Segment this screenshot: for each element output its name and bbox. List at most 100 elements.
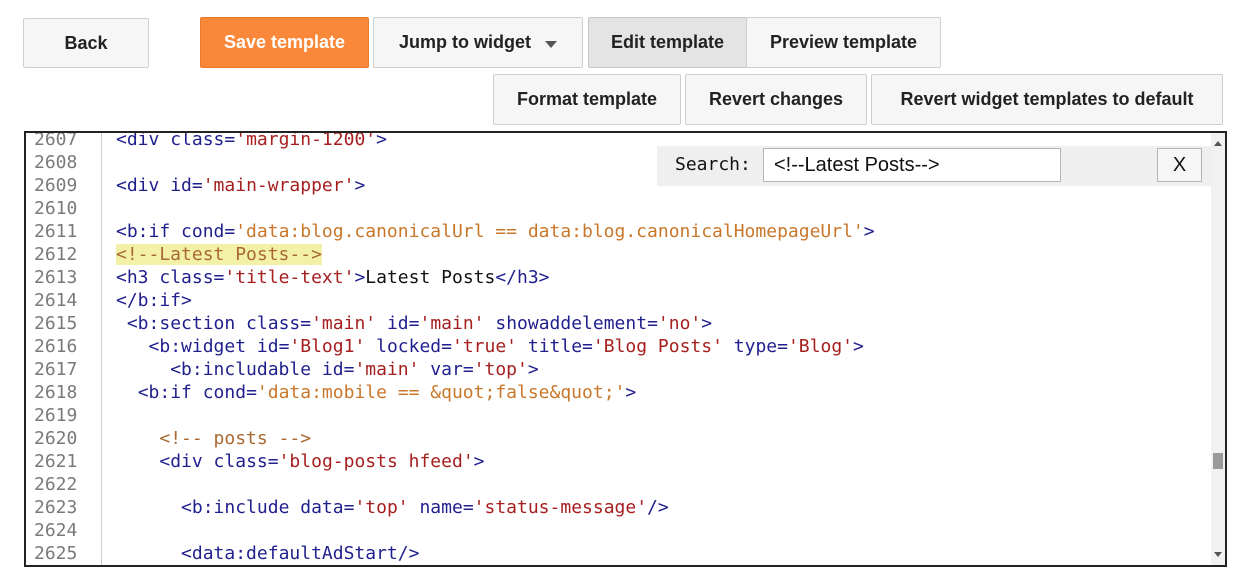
code-token: <b:if bbox=[116, 221, 171, 242]
back-button[interactable]: Back bbox=[23, 18, 149, 68]
line-number: 2607 bbox=[34, 131, 78, 150]
jump-to-widget-label: Jump to widget bbox=[399, 32, 531, 52]
code-line-2613: 2613 <h3 class='title-text'>Latest Posts<… bbox=[26, 266, 1211, 289]
code-token: 'true' bbox=[451, 336, 518, 357]
edit-template-button[interactable]: Edit template bbox=[588, 17, 747, 68]
code-line-2614: 2614 </b:if> bbox=[26, 289, 1211, 312]
code-token: Latest Posts bbox=[365, 267, 496, 288]
code-text: <b:widget id='Blog1' locked='true' title… bbox=[116, 335, 864, 358]
code-token: <div bbox=[116, 131, 160, 150]
code-line-2611: 2611 <b:if cond='data:blog.canonicalUrl =… bbox=[26, 220, 1211, 243]
code-token: locked bbox=[365, 336, 442, 357]
line-number: 2614 bbox=[34, 290, 78, 311]
preview-template-button[interactable]: Preview template bbox=[746, 17, 941, 68]
code-line-2619: 2619 bbox=[26, 404, 1211, 427]
code-token: > bbox=[473, 451, 485, 472]
code-token: 'main' bbox=[419, 313, 485, 334]
code-line-2618: 2618 <b:if cond='data:mobile == &quot;fa… bbox=[26, 381, 1211, 404]
line-number: 2612 bbox=[34, 244, 78, 265]
line-number: 2615 bbox=[34, 313, 78, 334]
line-number: 2619 bbox=[34, 405, 78, 426]
code-text: <div class='margin-1200'> bbox=[116, 131, 387, 151]
line-number: 2617 bbox=[34, 359, 78, 380]
code-token: 'data:mobile == &quot;false&quot;' bbox=[256, 382, 626, 403]
code-token: = bbox=[278, 336, 290, 357]
save-template-button[interactable]: Save template bbox=[200, 17, 369, 68]
code-token: class bbox=[235, 313, 301, 334]
code-token: id bbox=[311, 359, 344, 380]
search-input[interactable] bbox=[763, 148, 1061, 182]
code-token: 'margin-1200' bbox=[235, 131, 377, 150]
code-token: class bbox=[202, 451, 268, 472]
code-line-2622: 2622 bbox=[26, 473, 1211, 496]
code-token: <data:defaultAdStart/> bbox=[181, 543, 420, 564]
line-number: 2609 bbox=[34, 175, 78, 196]
code-text: <b:if cond='data:blog.canonicalUrl == da… bbox=[116, 220, 875, 243]
code-token: = bbox=[224, 221, 236, 242]
code-token: > bbox=[853, 336, 864, 357]
code-line-2610: 2610 bbox=[26, 197, 1211, 220]
line-number: 2613 bbox=[34, 267, 78, 288]
code-token: = bbox=[246, 382, 257, 403]
code-line-2621: 2621 <div class='blog-posts hfeed'> bbox=[26, 450, 1211, 473]
code-token: <div bbox=[116, 175, 160, 196]
code-token: <b:widget bbox=[148, 336, 247, 357]
code-token: = bbox=[224, 131, 236, 150]
code-token: > bbox=[354, 267, 366, 288]
search-close-button[interactable]: X bbox=[1157, 148, 1202, 182]
code-token: <!--Latest Posts--> bbox=[116, 244, 322, 265]
scroll-up-arrow-icon[interactable] bbox=[1214, 141, 1222, 146]
code-text: <div class='blog-posts hfeed'> bbox=[116, 450, 485, 473]
chevron-down-icon bbox=[545, 40, 557, 48]
code-line-2625: 2625 <data:defaultAdStart/> bbox=[26, 542, 1211, 565]
revert-changes-button[interactable]: Revert changes bbox=[685, 74, 867, 125]
code-token: = bbox=[441, 336, 452, 357]
code-line-2616: 2616 <b:widget id='Blog1' locked='true' … bbox=[26, 335, 1211, 358]
line-number: 2618 bbox=[34, 382, 78, 403]
code-token: 'main-wrapper' bbox=[202, 175, 355, 196]
line-number: 2611 bbox=[34, 221, 78, 242]
code-token: = bbox=[343, 359, 355, 380]
code-line-2624: 2624 bbox=[26, 519, 1211, 542]
scrollbar-thumb[interactable] bbox=[1213, 453, 1223, 469]
code-token: 'status-message' bbox=[473, 497, 648, 518]
code-token: 'Blog1' bbox=[289, 336, 366, 357]
code-token: = bbox=[462, 497, 474, 518]
format-template-button[interactable]: Format template bbox=[493, 74, 681, 125]
line-number: 2621 bbox=[34, 451, 78, 472]
revert-widget-templates-button[interactable]: Revert widget templates to default bbox=[871, 74, 1223, 125]
code-token: <h3 bbox=[116, 267, 149, 288]
code-text: <b:include data='top' name='status-messa… bbox=[116, 496, 669, 519]
line-number: 2610 bbox=[34, 198, 78, 219]
jump-to-widget-dropdown[interactable]: Jump to widget bbox=[373, 17, 583, 68]
code-token: class bbox=[148, 267, 214, 288]
code-token: > bbox=[701, 313, 713, 334]
code-token: <b:section bbox=[126, 313, 236, 334]
code-editor[interactable]: 2607 <div class='margin-1200'> 2608 2609 <di… bbox=[24, 131, 1227, 567]
code-token: /> bbox=[647, 497, 669, 518]
code-token: <div bbox=[159, 451, 203, 472]
code-token: = bbox=[647, 313, 658, 334]
code-token: cond bbox=[170, 221, 225, 242]
code-token: cond bbox=[191, 382, 247, 403]
code-token: 'title-text' bbox=[224, 267, 355, 288]
code-token: 'blog-posts hfeed' bbox=[278, 451, 474, 472]
vertical-scrollbar[interactable] bbox=[1211, 133, 1225, 565]
code-token: = bbox=[462, 359, 474, 380]
line-number: 2620 bbox=[34, 428, 78, 449]
code-text: <b:if cond='data:mobile == &quot;false&q… bbox=[116, 381, 637, 404]
code-token: = bbox=[300, 313, 312, 334]
code-line-2617: 2617 <b:includable id='main' var='top'> bbox=[26, 358, 1211, 381]
code-token: = bbox=[267, 451, 279, 472]
line-number: 2608 bbox=[34, 152, 78, 173]
code-text: <b:includable id='main' var='top'> bbox=[116, 358, 539, 381]
search-label: Search: bbox=[675, 154, 751, 175]
scroll-down-arrow-icon[interactable] bbox=[1214, 552, 1222, 557]
code-token: 'Blog Posts' bbox=[592, 336, 723, 357]
